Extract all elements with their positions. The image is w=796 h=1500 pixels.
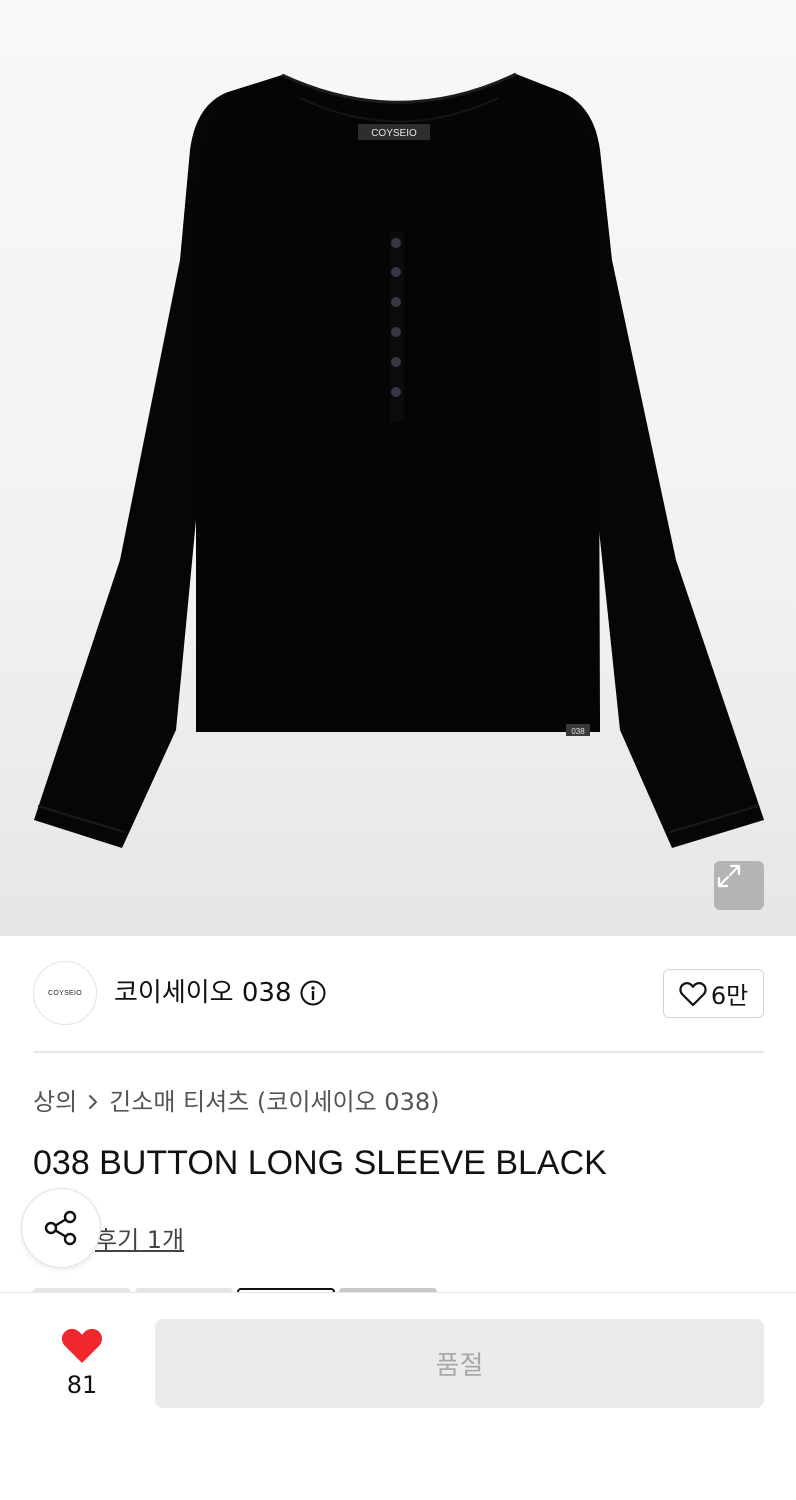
divider <box>33 1051 764 1053</box>
soldout-button[interactable]: 품절 <box>155 1319 764 1408</box>
review-link[interactable]: 후기 1개 <box>95 1220 184 1255</box>
brand-like-button[interactable]: 6만 <box>663 969 764 1018</box>
expand-image-button[interactable] <box>714 861 764 910</box>
info-icon[interactable] <box>300 980 326 1006</box>
bottom-action-bar: 81 품절 <box>0 1292 796 1500</box>
share-button[interactable] <box>21 1188 101 1268</box>
heart-filled-icon[interactable] <box>60 1325 104 1365</box>
like-count: 81 <box>66 1371 98 1399</box>
share-icon <box>44 1210 77 1246</box>
product-title: 038 BUTTON LONG SLEEVE BLACK <box>33 1144 607 1182</box>
expand-icon <box>717 864 741 888</box>
brand-logo[interactable]: COYSEIO <box>33 961 97 1025</box>
heart-outline-icon <box>679 981 707 1006</box>
breadcrumb: 상의 긴소매 티셔츠 (코이세이오 038) <box>33 1086 439 1118</box>
brand-name: 코이세이오 038 <box>114 978 292 1008</box>
product-shirt-image: COYSEIO 038 <box>34 72 764 848</box>
breadcrumb-subcategory[interactable]: 긴소매 티셔츠 (코이세이오 038) <box>109 1086 439 1118</box>
neck-label-text: COYSEIO <box>371 128 417 139</box>
breadcrumb-category[interactable]: 상의 <box>33 1086 77 1118</box>
brand-name-link[interactable]: 코이세이오 038 <box>114 975 326 1011</box>
brand-row: COYSEIO 코이세이오 038 6만 <box>33 961 764 1027</box>
chevron-right-icon <box>89 1095 98 1109</box>
hem-tag-text: 038 <box>571 727 585 736</box>
brand-logo-text: COYSEIO <box>48 989 82 997</box>
brand-like-count: 6만 <box>710 982 749 1010</box>
product-image-area[interactable]: COYSEIO 038 <box>0 0 796 936</box>
